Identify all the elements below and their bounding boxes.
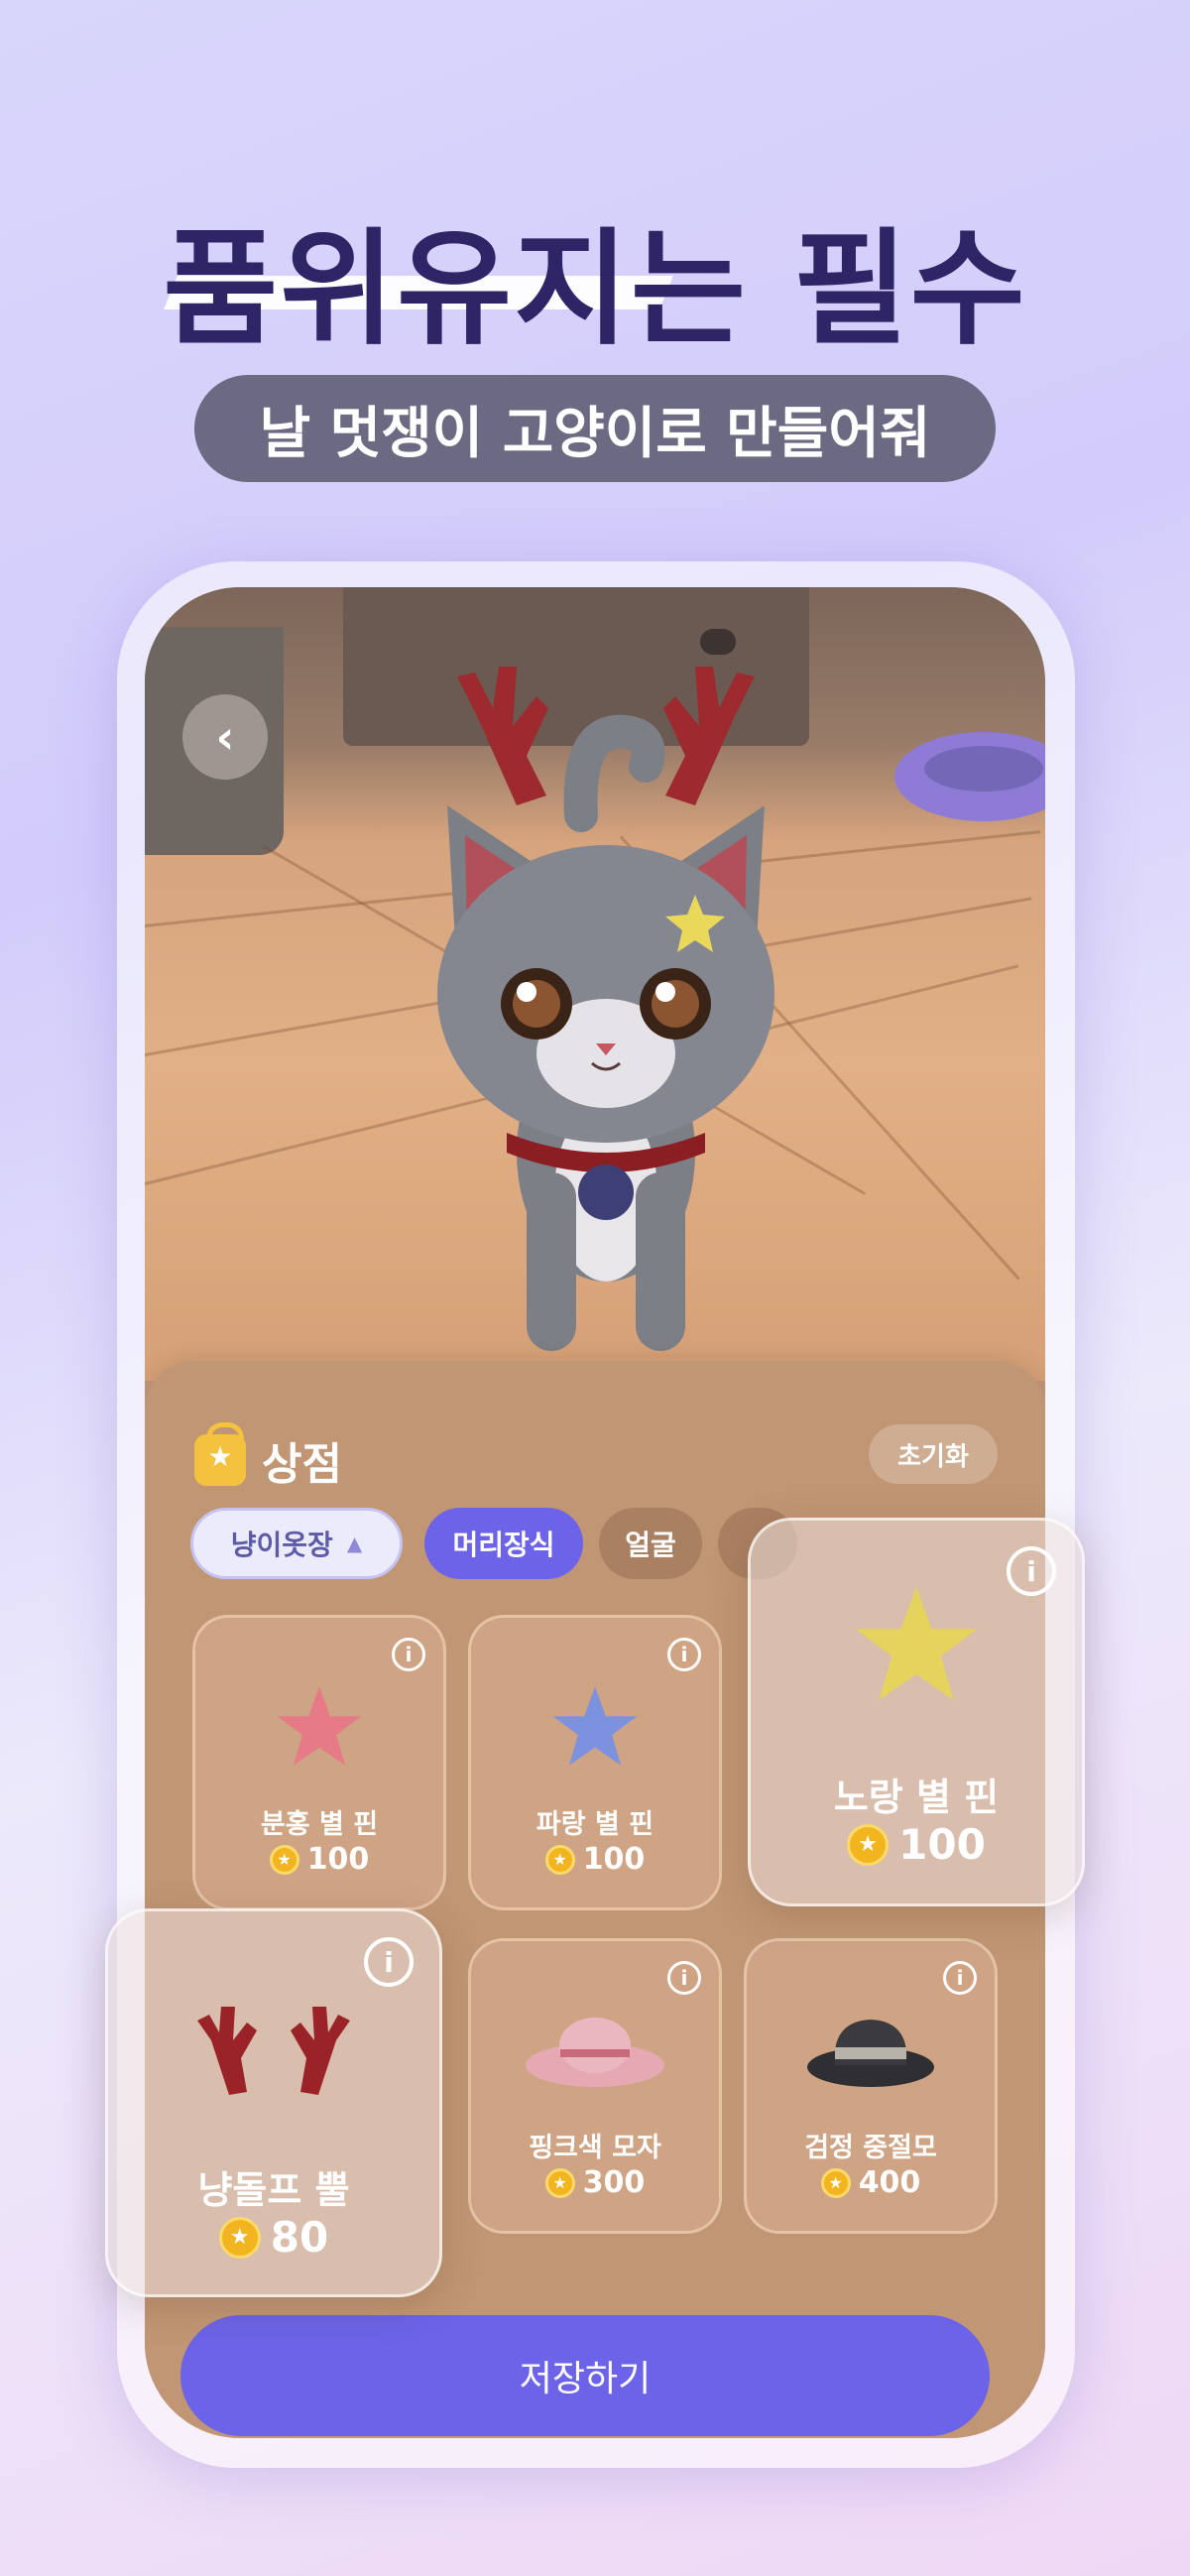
headline-title: 품위유지는 필수 xyxy=(163,216,1027,362)
shop-title: 상점 xyxy=(262,1439,342,1490)
yellow-star-icon xyxy=(751,1580,1082,1709)
price-value: 100 xyxy=(898,1820,986,1869)
save-button[interactable]: 저장하기 xyxy=(180,2315,990,2436)
item-price: ★ 80 xyxy=(108,2213,439,2262)
price-value: 80 xyxy=(270,2213,329,2262)
item-card-antlers-highlighted[interactable]: i 냥돌프 뿔 ★ 80 xyxy=(105,1908,442,2297)
price-value: 100 xyxy=(306,1842,370,1877)
chevron-left-icon: ‹ xyxy=(215,710,235,764)
headline: 품위유지는 필수 xyxy=(0,188,1190,369)
item-price: ★ 100 xyxy=(471,1842,719,1877)
cat-bowl xyxy=(894,732,1045,821)
item-card-blue-star-pin[interactable]: i 파랑 별 핀 ★ 100 xyxy=(468,1615,722,1910)
pink-hat-icon xyxy=(471,1991,719,2110)
item-name: 분홍 별 핀 xyxy=(260,1809,379,1840)
pink-star-icon xyxy=(195,1667,443,1786)
black-fedora-icon xyxy=(747,1991,995,2110)
back-button[interactable]: ‹ xyxy=(182,694,268,780)
reset-button[interactable]: 초기화 xyxy=(869,1424,998,1484)
item-card-black-fedora[interactable]: i 검정 중절모 ★ 400 xyxy=(744,1938,998,2234)
shopping-bag-icon xyxy=(194,1422,246,1486)
cat-character[interactable] xyxy=(398,637,814,1371)
item-name: 노랑 별 핀 xyxy=(833,1776,1000,1819)
item-name: 검정 중절모 xyxy=(804,2133,937,2163)
item-card-yellow-star-pin-highlighted[interactable]: i 노랑 별 핀 ★ 100 xyxy=(748,1518,1085,1906)
info-icon[interactable]: i xyxy=(667,1638,701,1671)
tab-label: 머리장식 xyxy=(452,1529,555,1561)
tab-label: 얼굴 xyxy=(625,1529,676,1561)
coin-icon: ★ xyxy=(544,1844,575,1875)
caret-up-icon: ▲ xyxy=(346,1532,363,1555)
price-value: 400 xyxy=(858,2165,921,2200)
info-icon[interactable]: i xyxy=(667,1961,701,1995)
antlers-icon xyxy=(108,2001,439,2100)
item-name: 파랑 별 핀 xyxy=(536,1809,654,1840)
shop-header: 상점 xyxy=(194,1422,342,1492)
info-icon[interactable]: i xyxy=(392,1638,425,1671)
coin-icon: ★ xyxy=(847,1823,890,1866)
blue-star-icon xyxy=(471,1667,719,1786)
item-price: ★ 100 xyxy=(195,1842,443,1877)
item-price: ★ 400 xyxy=(747,2165,995,2200)
subtitle-text: 날 멋쟁이 고양이로 만들어줘 xyxy=(259,401,931,466)
tab-closet-dropdown[interactable]: 냥이옷장 ▲ xyxy=(190,1508,403,1579)
coin-icon: ★ xyxy=(820,2167,851,2198)
price-value: 300 xyxy=(582,2165,646,2200)
info-icon[interactable]: i xyxy=(943,1961,977,1995)
tab-face[interactable]: 얼굴 xyxy=(599,1508,702,1579)
room-scene: ‹ xyxy=(145,587,1045,1381)
item-name: 핑크색 모자 xyxy=(529,2133,661,2163)
item-price: ★ 100 xyxy=(751,1820,1082,1869)
coin-icon: ★ xyxy=(269,1844,299,1875)
item-card-pink-hat[interactable]: i 핑크색 모자 ★ 300 xyxy=(468,1938,722,2234)
coin-icon: ★ xyxy=(218,2216,261,2259)
item-name: 냥돌프 뿔 xyxy=(197,2168,350,2212)
tab-label: 냥이옷장 xyxy=(230,1529,333,1561)
tab-head-accessories[interactable]: 머리장식 xyxy=(424,1508,583,1579)
item-price: ★ 300 xyxy=(471,2165,719,2200)
item-card-pink-star-pin[interactable]: i 분홍 별 핀 ★ 100 xyxy=(192,1615,446,1910)
price-value: 100 xyxy=(582,1842,646,1877)
coin-icon: ★ xyxy=(544,2167,575,2198)
info-icon[interactable]: i xyxy=(364,1937,414,1987)
subtitle-pill: 날 멋쟁이 고양이로 만들어줘 xyxy=(194,375,996,482)
